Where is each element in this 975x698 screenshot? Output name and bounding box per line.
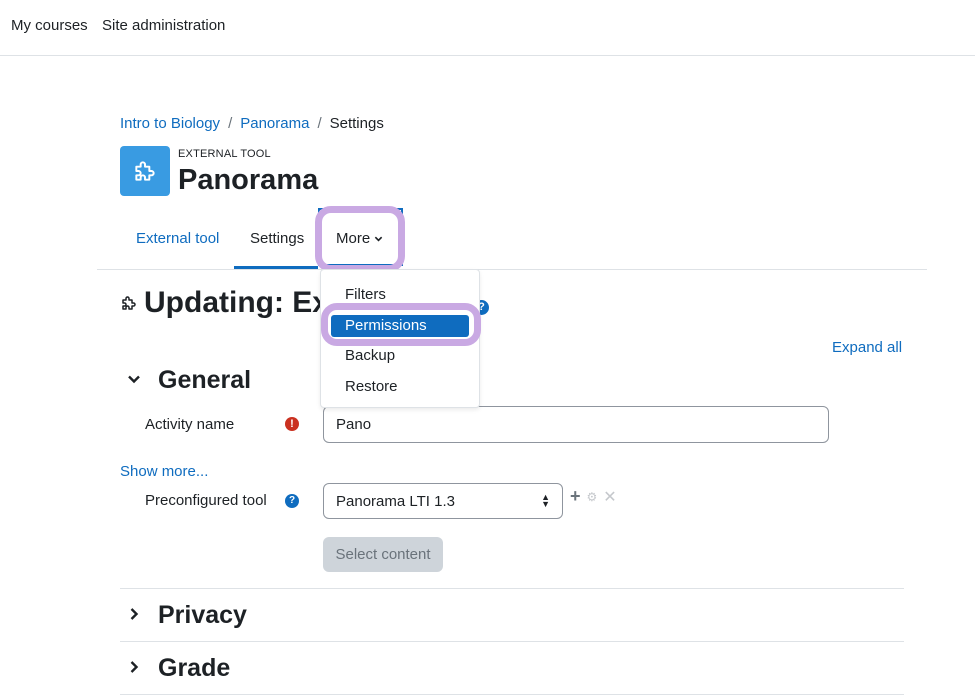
help-icon[interactable]: ?: [285, 494, 299, 508]
section-privacy-toggle[interactable]: Privacy: [126, 601, 247, 630]
top-navigation: My courses Site administration: [0, 0, 975, 56]
preconfigured-tool-label: Preconfigured tool: [145, 492, 267, 509]
activity-type-label: EXTERNAL TOOL: [178, 148, 271, 160]
chevron-down-icon: [126, 370, 142, 391]
puzzle-icon: [120, 146, 170, 196]
breadcrumb-separator: /: [228, 115, 233, 132]
activity-name-input[interactable]: [323, 406, 829, 443]
page-heading: Updating: Ex: [120, 286, 329, 320]
highlight-more: [315, 206, 405, 272]
nav-site-administration[interactable]: Site administration: [102, 17, 225, 34]
chevron-right-icon: [126, 605, 142, 626]
section-divider: [120, 641, 904, 642]
nav-my-courses[interactable]: My courses: [11, 17, 88, 34]
highlight-permissions: [321, 303, 481, 346]
breadcrumb: Intro to Biology / Panorama / Settings: [120, 115, 384, 132]
breadcrumb-activity[interactable]: Panorama: [240, 115, 309, 132]
breadcrumb-course[interactable]: Intro to Biology: [120, 115, 220, 132]
section-general-title: General: [158, 366, 252, 394]
page-title: Panorama: [178, 164, 319, 196]
page-heading-text: Updating: Ex: [144, 286, 329, 319]
preconfigured-tool-select[interactable]: Panorama LTI 1.3 ▲ ▼: [323, 483, 563, 519]
required-icon: !: [285, 417, 299, 431]
show-more-link[interactable]: Show more...: [120, 463, 208, 480]
preconfigured-tool-value: Panorama LTI 1.3: [336, 492, 455, 510]
add-icon[interactable]: +: [570, 486, 581, 507]
menu-item-restore[interactable]: Restore: [345, 378, 398, 395]
chevron-right-icon: [126, 658, 142, 679]
select-arrows-icon: ▲ ▼: [541, 492, 550, 509]
tab-settings[interactable]: Settings: [250, 230, 304, 247]
puzzle-icon: [122, 296, 136, 310]
close-icon[interactable]: ✕: [603, 487, 616, 507]
secondary-nav-divider: [97, 269, 927, 270]
section-grade-toggle[interactable]: Grade: [126, 654, 230, 683]
expand-all-link[interactable]: Expand all: [832, 339, 902, 356]
select-content-button[interactable]: Select content: [323, 537, 443, 572]
section-privacy-title: Privacy: [158, 601, 247, 629]
section-divider: [120, 588, 904, 589]
breadcrumb-current: Settings: [329, 115, 384, 132]
tab-external-tool[interactable]: External tool: [136, 230, 219, 247]
breadcrumb-separator: /: [317, 115, 322, 132]
gear-icon[interactable]: ⚙: [587, 490, 598, 504]
tool-actions: + ⚙ ✕: [570, 486, 617, 507]
activity-name-label: Activity name: [145, 416, 235, 433]
menu-item-filters[interactable]: Filters: [345, 286, 386, 303]
section-divider: [120, 694, 904, 695]
section-general-toggle[interactable]: General: [126, 366, 251, 395]
menu-item-backup[interactable]: Backup: [345, 347, 395, 364]
section-grade-title: Grade: [158, 654, 231, 682]
